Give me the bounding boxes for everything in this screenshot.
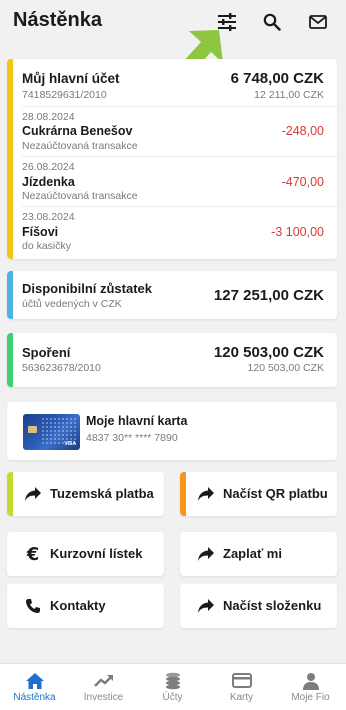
exchange-rates-button[interactable]: € Kurzovní lístek: [7, 532, 164, 576]
transaction-name: Cukrárna Benešov: [22, 124, 133, 138]
domestic-payment-button[interactable]: Tuzemská platba: [7, 472, 164, 516]
home-icon: [24, 670, 45, 691]
account-color-stripe: [7, 59, 13, 259]
nav-item-dashboard[interactable]: Nástěnka: [0, 664, 69, 710]
transaction-note: Nezaúčtovaná transakce: [22, 190, 138, 202]
transaction-amount: -3 100,00: [271, 225, 324, 239]
contacts-button[interactable]: Kontakty: [7, 584, 164, 628]
savings-color-stripe: [7, 333, 13, 387]
savings-account-card[interactable]: Spoření 563623678/2010 120 503,00 CZK 12…: [7, 333, 337, 387]
tile-label: Načíst QR platbu: [223, 486, 328, 501]
account-available: 120 503,00 CZK: [247, 362, 324, 374]
coins-icon: [162, 670, 183, 691]
nav-label: Investice: [83, 692, 124, 703]
share-arrow-icon: [196, 484, 216, 504]
nav-item-my-fio[interactable]: Moje Fio: [276, 664, 345, 710]
transaction-name: Fíšovi: [22, 225, 59, 239]
tile-label: Zaplať mi: [223, 546, 282, 561]
nav-label: Nástěnka: [13, 692, 56, 703]
nav-label: Karty: [229, 692, 254, 703]
page-title: Nástěnka: [13, 9, 102, 31]
credit-card-icon: [231, 670, 252, 691]
scan-slip-button[interactable]: Načíst složenku: [180, 584, 337, 628]
share-arrow-icon: [196, 544, 216, 564]
search-icon[interactable]: [261, 11, 283, 33]
share-arrow-icon: [23, 484, 43, 504]
main-account-card[interactable]: Můj hlavní účet 7418529631/2010 6 748,00…: [7, 59, 337, 259]
account-balance: 6 748,00 CZK: [230, 70, 324, 87]
tile-label: Načíst složenku: [223, 598, 322, 613]
divider: [22, 106, 337, 107]
divider: [22, 206, 337, 207]
tile-label: Tuzemská platba: [50, 486, 154, 501]
nav-item-accounts[interactable]: Účty: [138, 664, 207, 710]
nav-item-cards[interactable]: Karty: [207, 664, 276, 710]
scan-qr-payment-button[interactable]: Načíst QR platbu: [180, 472, 337, 516]
euro-icon: €: [26, 543, 40, 565]
transaction-note: Nezaúčtovaná transakce: [22, 140, 138, 152]
request-payment-button[interactable]: Zaplať mi: [180, 532, 337, 576]
balance-amount: 127 251,00 CZK: [213, 287, 324, 304]
account-name: Spoření: [22, 345, 71, 360]
card-number: 4837 30** **** 7890: [86, 432, 178, 444]
phone-icon: [23, 596, 43, 616]
balance-color-stripe: [7, 271, 13, 319]
card-thumbnail: VISA: [23, 414, 80, 450]
bottom-navigation: Nástěnka Investice Účty Karty Moje Fio: [0, 663, 346, 710]
person-icon: [300, 670, 321, 691]
account-available: 12 211,00 CZK: [254, 89, 324, 101]
balance-subtitle: účtů vedených v CZK: [22, 298, 122, 310]
visa-logo: VISA: [64, 441, 76, 447]
nav-label: Účty: [162, 692, 183, 703]
account-balance: 120 503,00 CZK: [213, 344, 324, 361]
account-name: Můj hlavní účet: [22, 71, 120, 86]
trending-up-icon: [93, 670, 114, 691]
payment-card-tile[interactable]: VISA Moje hlavní karta 4837 30** **** 78…: [7, 402, 337, 460]
card-chip-icon: [28, 426, 37, 433]
tile-label: Kurzovní lístek: [50, 546, 143, 561]
account-number: 563623678/2010: [22, 362, 101, 374]
tile-label: Kontakty: [50, 598, 106, 613]
divider: [22, 156, 337, 157]
mail-icon[interactable]: [307, 11, 329, 33]
transaction-name: Jízdenka: [22, 175, 75, 189]
transaction-amount: -470,00: [281, 175, 324, 189]
transaction-date: 26.08.2024: [22, 161, 75, 173]
transaction-date: 28.08.2024: [22, 111, 75, 123]
transaction-amount: -248,00: [281, 124, 324, 138]
balance-title: Disponibilní zůstatek: [22, 281, 153, 296]
nav-label: Moje Fio: [291, 692, 330, 703]
nav-item-investments[interactable]: Investice: [69, 664, 138, 710]
share-arrow-icon: [196, 596, 216, 616]
tile-color-stripe: [7, 472, 13, 516]
transaction-date: 23.08.2024: [22, 211, 75, 223]
transaction-note: do kasičky: [22, 240, 72, 252]
account-number: 7418529631/2010: [22, 89, 107, 101]
tile-color-stripe: [180, 472, 186, 516]
card-name: Moje hlavní karta: [86, 414, 188, 428]
available-balance-card[interactable]: Disponibilní zůstatek účtů vedených v CZ…: [7, 271, 337, 319]
